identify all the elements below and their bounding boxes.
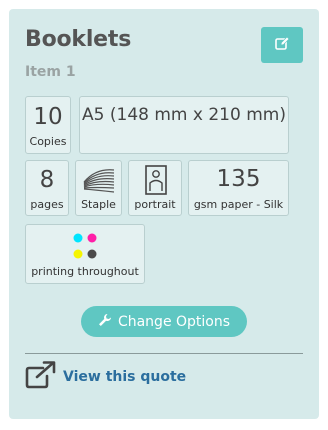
orientation-label: portrait bbox=[134, 198, 176, 211]
view-quote-link[interactable]: View this quote bbox=[25, 361, 186, 393]
size-value: A5 (148 mm x 210 mm) bbox=[82, 105, 286, 125]
paper-value: 135 bbox=[216, 166, 261, 192]
pages-box: 8 pages bbox=[25, 160, 69, 216]
printing-label: printing throughout bbox=[31, 265, 139, 278]
copies-label: Copies bbox=[29, 135, 67, 148]
item-label: Item 1 bbox=[25, 64, 76, 80]
binding-box: Staple bbox=[75, 160, 122, 216]
copies-box: 10 Copies bbox=[25, 96, 71, 154]
change-options-button[interactable]: Change Options bbox=[81, 306, 247, 337]
copies-value: 10 bbox=[33, 104, 63, 130]
pages-label: pages bbox=[30, 198, 64, 211]
divider bbox=[25, 353, 303, 354]
pages-value: 8 bbox=[39, 167, 55, 193]
size-box: A5 (148 mm x 210 mm) bbox=[79, 96, 289, 154]
wrench-icon bbox=[98, 313, 112, 331]
change-options-label: Change Options bbox=[117, 313, 231, 330]
external-link-icon bbox=[25, 361, 57, 393]
edit-button[interactable] bbox=[261, 27, 303, 63]
staple-booklet-icon bbox=[82, 166, 116, 198]
product-title: Booklets bbox=[25, 27, 132, 52]
edit-icon bbox=[274, 35, 290, 55]
cmyk-dots-icon bbox=[73, 233, 99, 265]
product-card: Booklets Item 1 10 Copies A5 (148 mm x 2… bbox=[9, 9, 319, 419]
binding-label: Staple bbox=[81, 198, 116, 211]
view-quote-label: View this quote bbox=[63, 369, 187, 385]
paper-label: gsm paper - Silk bbox=[193, 198, 284, 211]
orientation-box: portrait bbox=[128, 160, 182, 216]
printing-box: printing throughout bbox=[25, 224, 145, 284]
portrait-icon bbox=[145, 165, 167, 199]
paper-box: 135 gsm paper - Silk bbox=[188, 160, 289, 216]
